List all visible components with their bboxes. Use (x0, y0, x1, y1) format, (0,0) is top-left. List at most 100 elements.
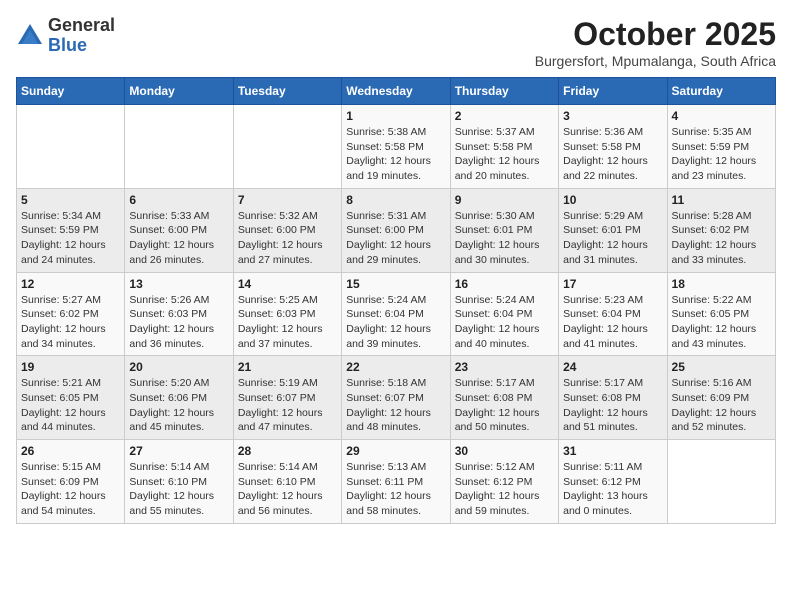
day-cell: 18Sunrise: 5:22 AMSunset: 6:05 PMDayligh… (667, 272, 775, 356)
day-info: Sunrise: 5:23 AMSunset: 6:04 PMDaylight:… (563, 293, 662, 352)
day-info: Sunrise: 5:35 AMSunset: 5:59 PMDaylight:… (672, 125, 771, 184)
day-info: Sunrise: 5:16 AMSunset: 6:09 PMDaylight:… (672, 376, 771, 435)
logo-blue-text: Blue (48, 35, 87, 55)
day-cell: 28 Sunrise: 5:14 AMSunset: 6:10 PMDayligh… (233, 440, 341, 524)
week-row-1: 1 Sunrise: 5:38 AMSunset: 5:58 PMDaylight… (17, 105, 776, 189)
calendar-body: 1 Sunrise: 5:38 AMSunset: 5:58 PMDaylight… (17, 105, 776, 524)
day-number: 14 (238, 277, 337, 291)
day-number: 19 (21, 360, 120, 374)
day-number: 17 (563, 277, 662, 291)
day-number: 21 (238, 360, 337, 374)
day-cell: 29 Sunrise: 5:13 AMSunset: 6:11 PMDayligh… (342, 440, 450, 524)
day-info: Sunrise: 5:14 AMSunset: 6:10 PMDaylight:… (129, 460, 228, 519)
day-info: Sunrise: 5:20 AMSunset: 6:06 PMDaylight:… (129, 376, 228, 435)
day-number: 29 (346, 444, 445, 458)
column-header-sunday: Sunday (17, 78, 125, 105)
day-cell: 31 Sunrise: 5:11 AMSunset: 6:12 PMDayligh… (559, 440, 667, 524)
day-number: 10 (563, 193, 662, 207)
day-info: Sunrise: 5:38 AMSunset: 5:58 PMDaylight:… (346, 125, 445, 184)
day-cell: 23 Sunrise: 5:17 AMSunset: 6:08 PMDayligh… (450, 356, 558, 440)
day-info: Sunrise: 5:15 AMSunset: 6:09 PMDaylight:… (21, 460, 120, 519)
day-number: 28 (238, 444, 337, 458)
day-info: Sunrise: 5:13 AMSunset: 6:11 PMDaylight:… (346, 460, 445, 519)
day-number: 25 (672, 360, 771, 374)
day-info: Sunrise: 5:24 AMSunset: 6:04 PMDaylight:… (455, 293, 554, 352)
day-cell: 25 Sunrise: 5:16 AMSunset: 6:09 PMDayligh… (667, 356, 775, 440)
day-cell: 10 Sunrise: 5:29 AMSunset: 6:01 PMDayligh… (559, 188, 667, 272)
day-cell: 21 Sunrise: 5:19 AMSunset: 6:07 PMDayligh… (233, 356, 341, 440)
day-cell: 12Sunrise: 5:27 AMSunset: 6:02 PMDayligh… (17, 272, 125, 356)
week-row-3: 12Sunrise: 5:27 AMSunset: 6:02 PMDayligh… (17, 272, 776, 356)
day-cell: 17 Sunrise: 5:23 AMSunset: 6:04 PMDayligh… (559, 272, 667, 356)
day-number: 27 (129, 444, 228, 458)
day-cell: 14Sunrise: 5:25 AMSunset: 6:03 PMDayligh… (233, 272, 341, 356)
location-subtitle: Burgersfort, Mpumalanga, South Africa (535, 53, 776, 69)
day-cell: 8 Sunrise: 5:31 AMSunset: 6:00 PMDaylight… (342, 188, 450, 272)
day-info: Sunrise: 5:33 AMSunset: 6:00 PMDaylight:… (129, 209, 228, 268)
header-row: SundayMondayTuesdayWednesdayThursdayFrid… (17, 78, 776, 105)
day-cell: 27 Sunrise: 5:14 AMSunset: 6:10 PMDayligh… (125, 440, 233, 524)
column-header-thursday: Thursday (450, 78, 558, 105)
day-cell (125, 105, 233, 189)
day-number: 31 (563, 444, 662, 458)
day-info: Sunrise: 5:28 AMSunset: 6:02 PMDaylight:… (672, 209, 771, 268)
day-cell: 15 Sunrise: 5:24 AMSunset: 6:04 PMDayligh… (342, 272, 450, 356)
day-cell (667, 440, 775, 524)
day-info: Sunrise: 5:21 AMSunset: 6:05 PMDaylight:… (21, 376, 120, 435)
calendar-table: SundayMondayTuesdayWednesdayThursdayFrid… (16, 77, 776, 524)
day-cell: 30Sunrise: 5:12 AMSunset: 6:12 PMDayligh… (450, 440, 558, 524)
column-header-friday: Friday (559, 78, 667, 105)
day-cell: 13Sunrise: 5:26 AMSunset: 6:03 PMDayligh… (125, 272, 233, 356)
month-title: October 2025 (535, 16, 776, 53)
day-cell: 19 Sunrise: 5:21 AMSunset: 6:05 PMDayligh… (17, 356, 125, 440)
day-info: Sunrise: 5:37 AMSunset: 5:58 PMDaylight:… (455, 125, 554, 184)
day-number: 5 (21, 193, 120, 207)
day-cell: 4 Sunrise: 5:35 AMSunset: 5:59 PMDaylight… (667, 105, 775, 189)
column-header-saturday: Saturday (667, 78, 775, 105)
day-info: Sunrise: 5:36 AMSunset: 5:58 PMDaylight:… (563, 125, 662, 184)
week-row-5: 26 Sunrise: 5:15 AMSunset: 6:09 PMDayligh… (17, 440, 776, 524)
day-number: 9 (455, 193, 554, 207)
day-cell: 3Sunrise: 5:36 AMSunset: 5:58 PMDaylight… (559, 105, 667, 189)
page-header: General Blue October 2025 Burgersfort, M… (16, 16, 776, 69)
day-number: 11 (672, 193, 771, 207)
day-cell: 6 Sunrise: 5:33 AMSunset: 6:00 PMDaylight… (125, 188, 233, 272)
week-row-4: 19 Sunrise: 5:21 AMSunset: 6:05 PMDayligh… (17, 356, 776, 440)
day-info: Sunrise: 5:17 AMSunset: 6:08 PMDaylight:… (455, 376, 554, 435)
day-info: Sunrise: 5:31 AMSunset: 6:00 PMDaylight:… (346, 209, 445, 268)
day-cell: 26 Sunrise: 5:15 AMSunset: 6:09 PMDayligh… (17, 440, 125, 524)
day-number: 23 (455, 360, 554, 374)
day-info: Sunrise: 5:29 AMSunset: 6:01 PMDaylight:… (563, 209, 662, 268)
day-cell: 2 Sunrise: 5:37 AMSunset: 5:58 PMDaylight… (450, 105, 558, 189)
day-number: 15 (346, 277, 445, 291)
day-number: 26 (21, 444, 120, 458)
day-info: Sunrise: 5:24 AMSunset: 6:04 PMDaylight:… (346, 293, 445, 352)
day-info: Sunrise: 5:26 AMSunset: 6:03 PMDaylight:… (129, 293, 228, 352)
day-cell: 9 Sunrise: 5:30 AMSunset: 6:01 PMDaylight… (450, 188, 558, 272)
day-cell: 11 Sunrise: 5:28 AMSunset: 6:02 PMDayligh… (667, 188, 775, 272)
day-number: 7 (238, 193, 337, 207)
logo-icon (16, 22, 44, 50)
day-info: Sunrise: 5:14 AMSunset: 6:10 PMDaylight:… (238, 460, 337, 519)
day-number: 8 (346, 193, 445, 207)
column-header-tuesday: Tuesday (233, 78, 341, 105)
day-number: 24 (563, 360, 662, 374)
day-info: Sunrise: 5:19 AMSunset: 6:07 PMDaylight:… (238, 376, 337, 435)
day-cell: 7 Sunrise: 5:32 AMSunset: 6:00 PMDaylight… (233, 188, 341, 272)
week-row-2: 5Sunrise: 5:34 AMSunset: 5:59 PMDaylight… (17, 188, 776, 272)
logo: General Blue (16, 16, 115, 56)
day-cell: 22Sunrise: 5:18 AMSunset: 6:07 PMDayligh… (342, 356, 450, 440)
day-info: Sunrise: 5:11 AMSunset: 6:12 PMDaylight:… (563, 460, 662, 519)
day-info: Sunrise: 5:18 AMSunset: 6:07 PMDaylight:… (346, 376, 445, 435)
day-info: Sunrise: 5:30 AMSunset: 6:01 PMDaylight:… (455, 209, 554, 268)
day-number: 1 (346, 109, 445, 123)
day-info: Sunrise: 5:32 AMSunset: 6:00 PMDaylight:… (238, 209, 337, 268)
day-number: 6 (129, 193, 228, 207)
day-number: 2 (455, 109, 554, 123)
day-number: 16 (455, 277, 554, 291)
day-cell (233, 105, 341, 189)
day-number: 4 (672, 109, 771, 123)
logo-general-text: General (48, 15, 115, 35)
column-header-monday: Monday (125, 78, 233, 105)
calendar-header: SundayMondayTuesdayWednesdayThursdayFrid… (17, 78, 776, 105)
